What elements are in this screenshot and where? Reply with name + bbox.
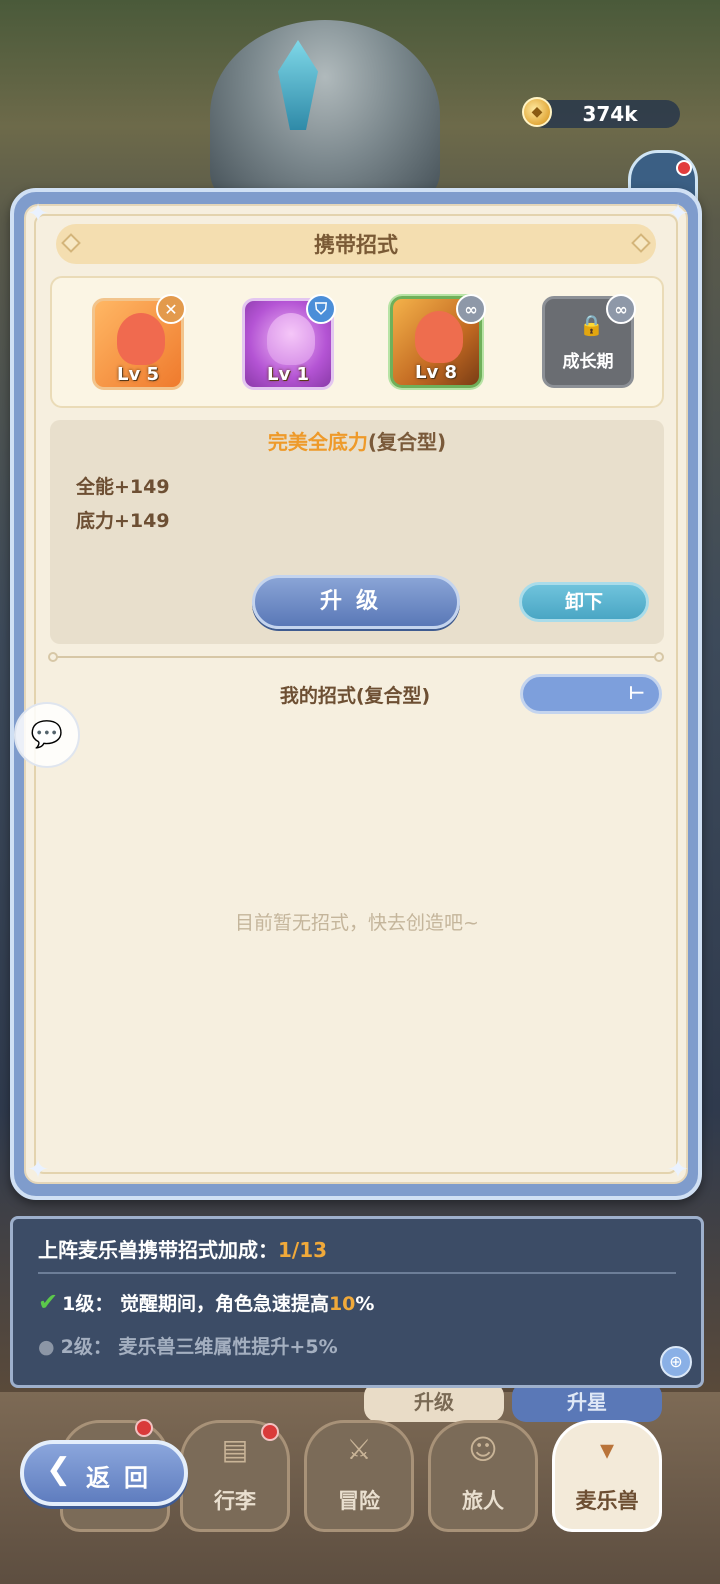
close-icon[interactable]: ✕: [156, 294, 186, 324]
back-arrow-icon: ❮: [46, 1452, 72, 1487]
bonus-row-2: ● 2级： 麦乐兽三维属性提升+5%: [38, 1332, 338, 1359]
skill-type: (复合型): [367, 430, 447, 454]
empty-state-message: 目前暂无招式，快去创造吧~: [235, 912, 479, 934]
link-icon: ∞: [606, 294, 636, 324]
nav-label: 旅人: [462, 1489, 504, 1513]
corner-ornament-icon: ✦: [27, 199, 49, 229]
shield-icon: ⛉: [306, 294, 336, 324]
panel-header: 携带招式: [56, 224, 656, 264]
divider-dot: [48, 652, 58, 662]
nav-item-traveler[interactable]: ☺ 旅人: [428, 1420, 538, 1532]
unequip-button[interactable]: 卸下: [519, 582, 649, 622]
slot-level: Lv 1: [267, 364, 309, 385]
bonus-separator: [38, 1272, 676, 1274]
my-skills-label: 我的招式(复合型): [279, 685, 431, 707]
slot-level: Lv 8: [415, 362, 457, 383]
slot-unlock-stage: 成长期: [562, 352, 614, 372]
nav-item-pet[interactable]: ▾ 麦乐兽: [552, 1420, 662, 1532]
chat-icon[interactable]: 💬: [14, 702, 80, 768]
corner-ornament-icon: ✦: [667, 199, 689, 229]
notification-dot: [676, 160, 692, 176]
notification-dot: [135, 1419, 153, 1437]
nav-label: 行李: [214, 1489, 256, 1513]
skill-name-text: 完美全底力: [267, 430, 368, 454]
gem-coin-icon: ◆: [522, 97, 552, 127]
divider: [52, 656, 660, 658]
zoom-icon[interactable]: ⊕: [660, 1346, 692, 1378]
skill-stat-1: 全能+149: [76, 476, 170, 498]
bonus-title-text: 上阵麦乐兽携带招式加成：: [38, 1238, 278, 1262]
notification-dot: [261, 1423, 279, 1441]
background-character: [210, 20, 440, 210]
tab-star-up[interactable]: 升星: [512, 1382, 662, 1422]
traveler-avatar-icon: ☺: [468, 1433, 498, 1466]
tab-upgrade[interactable]: 升级: [364, 1382, 504, 1422]
skill-stat-2: 底力+149: [76, 510, 170, 532]
diamond-ornament-icon: [61, 233, 81, 253]
creature-portrait-icon: [267, 313, 315, 365]
check-icon: ✔: [38, 1288, 59, 1316]
chevron-down-icon: ⊢: [628, 683, 645, 704]
bonus-title: 上阵麦乐兽携带招式加成：1/13: [38, 1234, 327, 1263]
currency-value: 374k: [582, 102, 638, 126]
filter-dropdown[interactable]: ⊢: [520, 674, 662, 714]
fox-pet-icon: ▾: [599, 1433, 615, 1466]
corner-ornament-icon: ✦: [667, 1155, 689, 1185]
panel-title: 携带招式: [314, 233, 398, 257]
skill-name: 完美全底力(复合型): [50, 426, 664, 455]
diamond-ornament-icon: [631, 233, 651, 253]
nav-label: 冒险: [338, 1489, 380, 1513]
bonus-row-1: ✔ 1级： 觉醒期间，角色急速提高10%: [38, 1288, 374, 1316]
bonus-row-1-text: 1级： 觉醒期间，角色急速提高: [62, 1293, 329, 1315]
nav-item-luggage[interactable]: ▤ 行李: [180, 1420, 290, 1532]
bonus-count: 1/13: [278, 1238, 328, 1262]
nav-label: 麦乐兽: [575, 1489, 639, 1513]
divider-dot: [654, 652, 664, 662]
link-icon: ∞: [456, 294, 486, 324]
back-button[interactable]: ❮ 返回: [20, 1440, 188, 1506]
back-label: 返回: [86, 1464, 162, 1492]
creature-portrait-icon: [415, 311, 463, 363]
bonus-row-1-pct: 10: [328, 1293, 356, 1315]
slot-level: Lv 5: [117, 364, 159, 385]
crossed-swords-icon: ⚔: [346, 1433, 372, 1466]
nav-item-adventure[interactable]: ⚔ 冒险: [304, 1420, 414, 1532]
upgrade-button[interactable]: 升级: [252, 575, 460, 629]
lock-icon: 🔒: [579, 313, 604, 337]
corner-ornament-icon: ✦: [27, 1155, 49, 1185]
bonus-row-2-text: 2级： 麦乐兽三维属性提升+5%: [60, 1336, 338, 1358]
bonus-row-1-suffix: %: [355, 1293, 375, 1315]
lock-icon: ●: [38, 1336, 55, 1358]
creature-portrait-icon: [117, 313, 165, 365]
